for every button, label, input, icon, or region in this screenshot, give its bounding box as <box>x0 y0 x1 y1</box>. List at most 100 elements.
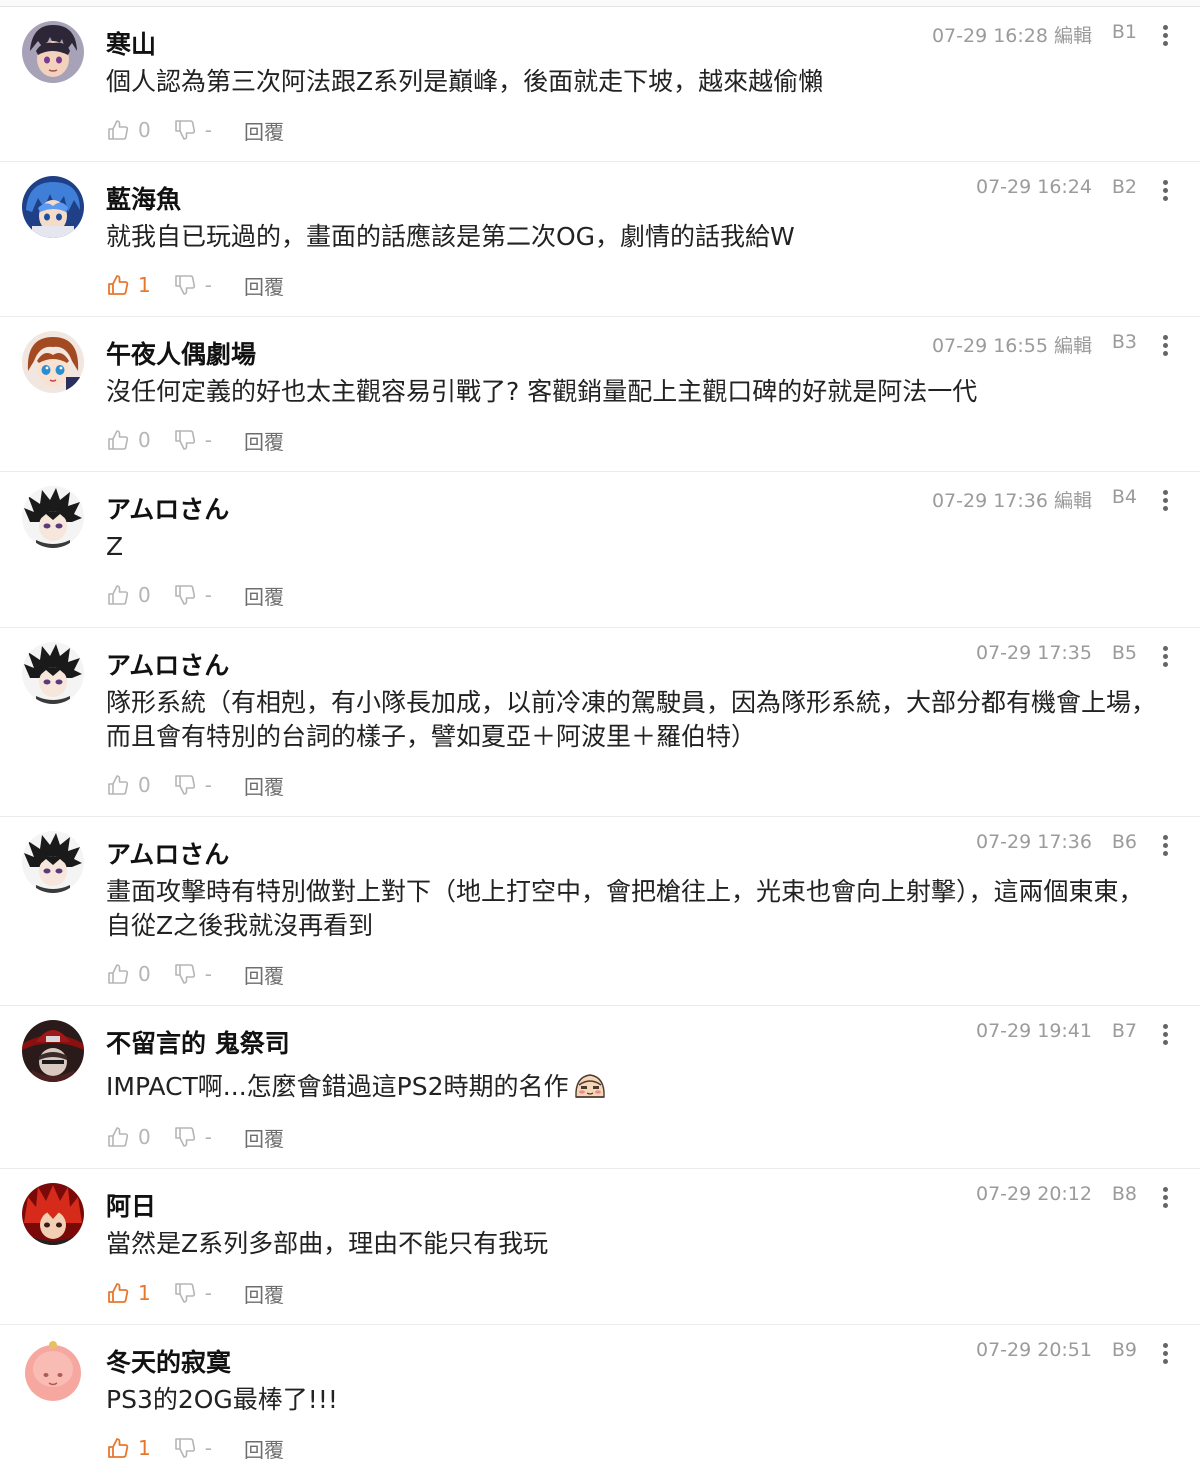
comment-text: 沒任何定義的好也太主觀容易引戰了? 客觀銷量配上主觀口碑的好就是阿法一代 <box>106 377 978 406</box>
thumbs-down-icon <box>173 1281 197 1305</box>
reply-button[interactable]: 回覆 <box>244 1123 284 1152</box>
avatar[interactable] <box>22 1183 84 1245</box>
comment-item: アムロさん 07-29 17:36 編輯 B4 Z 0 - 回覆 <box>0 472 1200 628</box>
more-options-icon[interactable] <box>1158 835 1172 857</box>
like-count: 1 <box>138 1281 151 1305</box>
reply-button[interactable]: 回覆 <box>244 1434 284 1463</box>
thumbs-up-icon <box>106 773 130 797</box>
floor-number: B5 <box>1111 642 1137 664</box>
avatar[interactable] <box>22 1020 84 1082</box>
like-button[interactable]: 0 <box>106 962 151 986</box>
like-count: 0 <box>138 1125 151 1149</box>
comment-text: IMPACT啊...怎麼會錯過這PS2時期的名作 <box>106 1072 569 1101</box>
floor-number: B7 <box>1111 1020 1137 1042</box>
reply-button[interactable]: 回覆 <box>244 581 284 610</box>
top-divider <box>0 0 1200 7</box>
more-options-icon[interactable] <box>1158 646 1172 668</box>
reply-button[interactable]: 回覆 <box>244 960 284 989</box>
timestamp: 07-29 16:28 編輯 <box>931 25 1092 47</box>
thumbs-down-icon <box>173 583 197 607</box>
like-button[interactable]: 0 <box>106 583 151 607</box>
like-button[interactable]: 1 <box>106 1436 151 1460</box>
dislike-button[interactable]: - <box>173 1281 212 1305</box>
like-button[interactable]: 1 <box>106 273 151 297</box>
dislike-button[interactable]: - <box>173 428 212 452</box>
comment-actions: 0 - 回覆 <box>106 1122 284 1152</box>
avatar[interactable] <box>22 486 84 548</box>
dislike-button[interactable]: - <box>173 773 212 797</box>
timestamp: 07-29 16:24 <box>975 176 1092 198</box>
reply-button[interactable]: 回覆 <box>244 1279 284 1308</box>
like-button[interactable]: 1 <box>106 1281 151 1305</box>
more-options-icon[interactable] <box>1158 25 1172 47</box>
like-count: 0 <box>138 773 151 797</box>
comment-actions: 0 - 回覆 <box>106 425 284 455</box>
avatar[interactable] <box>22 176 84 238</box>
thumbs-down-icon <box>173 1436 197 1460</box>
dislike-button[interactable]: - <box>173 1436 212 1460</box>
dislike-button[interactable]: - <box>173 1125 212 1149</box>
username[interactable]: 冬天的寂寞 <box>106 1343 231 1379</box>
username[interactable]: 阿日 <box>106 1187 156 1223</box>
comment-text: 畫面攻擊時有特別做對上對下（地上打空中，會把槍往上，光束也會向上射擊），這兩個東… <box>106 877 1144 940</box>
more-options-icon[interactable] <box>1158 1187 1172 1209</box>
like-button[interactable]: 0 <box>106 428 151 452</box>
username[interactable]: 寒山 <box>106 25 156 61</box>
like-button[interactable]: 0 <box>106 118 151 142</box>
username[interactable]: アムロさん <box>106 646 229 682</box>
thumbs-up-icon <box>106 1125 130 1149</box>
like-button[interactable]: 0 <box>106 773 151 797</box>
floor-number: B2 <box>1111 176 1137 198</box>
dislike-button[interactable]: - <box>173 118 212 142</box>
floor-number: B9 <box>1111 1339 1137 1361</box>
thumbs-up-icon <box>106 583 130 607</box>
more-options-icon[interactable] <box>1158 1343 1172 1365</box>
username[interactable]: アムロさん <box>106 835 229 871</box>
thumbs-up-icon <box>106 1436 130 1460</box>
username[interactable]: アムロさん <box>106 490 229 526</box>
reply-button[interactable]: 回覆 <box>244 771 284 800</box>
thumbs-down-icon <box>173 962 197 986</box>
dislike-count: - <box>204 273 212 297</box>
thumbs-up-icon <box>106 962 130 986</box>
more-options-icon[interactable] <box>1158 490 1172 512</box>
avatar[interactable] <box>22 1339 84 1401</box>
more-options-icon[interactable] <box>1158 180 1172 202</box>
dislike-button[interactable]: - <box>173 962 212 986</box>
username[interactable]: 藍海魚 <box>106 180 181 216</box>
thumbs-down-icon <box>173 428 197 452</box>
username[interactable]: 午夜人偶劇場 <box>106 335 256 371</box>
avatar[interactable] <box>22 331 84 393</box>
avatar[interactable] <box>22 21 84 83</box>
comment-text: PS3的2OG最棒了!!! <box>106 1385 338 1414</box>
dislike-count: - <box>204 962 212 986</box>
comment-text: 就我自已玩過的，畫面的話應該是第二次OG，劇情的話我給W <box>106 222 795 251</box>
comment-item: 藍海魚 07-29 16:24 B2 就我自已玩過的，畫面的話應該是第二次OG，… <box>0 162 1200 317</box>
thumbs-up-icon <box>106 118 130 142</box>
reply-button[interactable]: 回覆 <box>244 271 284 300</box>
timestamp: 07-29 17:36 編輯 <box>931 490 1092 512</box>
reply-button[interactable]: 回覆 <box>244 116 284 145</box>
more-options-icon[interactable] <box>1158 1024 1172 1046</box>
dislike-button[interactable]: - <box>173 583 212 607</box>
more-options-icon[interactable] <box>1158 335 1172 357</box>
avatar[interactable] <box>22 831 84 893</box>
dislike-count: - <box>204 1281 212 1305</box>
reply-button[interactable]: 回覆 <box>244 426 284 455</box>
thumbs-up-icon <box>106 428 130 452</box>
comment-item: 阿日 07-29 20:12 B8 當然是Z系列多部曲，理由不能只有我玩 1 -… <box>0 1169 1200 1325</box>
username[interactable]: 不留言的 鬼祭司 <box>106 1024 290 1060</box>
dislike-count: - <box>204 1125 212 1149</box>
thumbs-up-icon <box>106 273 130 297</box>
like-button[interactable]: 0 <box>106 1125 151 1149</box>
comment-text: Z <box>106 532 124 561</box>
comment-actions: 1 - 回覆 <box>106 270 284 300</box>
timestamp: 07-29 16:55 編輯 <box>931 335 1092 357</box>
thumbs-down-icon <box>173 773 197 797</box>
comment-item: 不留言的 鬼祭司 07-29 19:41 B7 IMPACT啊...怎麼會錯過這… <box>0 1006 1200 1169</box>
comment-text: 個人認為第三次阿法跟Z系列是巔峰，後面就走下坡，越來越偷懶 <box>106 67 824 96</box>
floor-number: B6 <box>1111 831 1137 853</box>
avatar[interactable] <box>22 642 84 704</box>
dislike-button[interactable]: - <box>173 273 212 297</box>
floor-number: B4 <box>1111 486 1137 508</box>
